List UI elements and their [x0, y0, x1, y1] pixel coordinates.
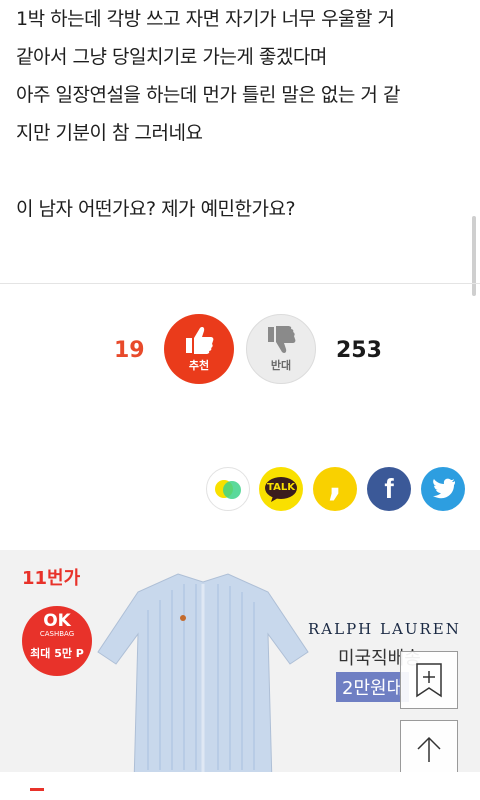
article-line: 아주 일장연설을 하는데 먼가 틀린 말은 없는 거 같: [16, 84, 400, 106]
ad-price: 2만원대: [336, 672, 410, 702]
twitter-share-button[interactable]: [421, 467, 465, 511]
divider: [0, 283, 480, 284]
share-bar: TALK , f: [0, 460, 480, 513]
facebook-icon: f: [384, 473, 394, 504]
store-logo: 11번가: [22, 568, 81, 589]
bottom-bar: [0, 772, 480, 800]
kakaostory-share-button[interactable]: [206, 467, 250, 511]
twitter-icon: [433, 478, 455, 499]
scroll-top-button[interactable]: [400, 720, 458, 778]
kakaostory-icon: [215, 480, 241, 499]
comma-share-button[interactable]: ,: [313, 460, 357, 511]
article-line: 이 남자 어떤가요? 제가 예민한가요?: [16, 198, 296, 220]
ok-badge-title: OK: [43, 611, 71, 631]
comma-icon: ,: [327, 460, 343, 504]
article-line: 1박 하는데 각방 쓰고 자면 자기가 너무 우울할 거: [16, 8, 395, 30]
article-line: 지만 기분이 참 그러네요: [16, 122, 203, 144]
vote-section: 19 추천 반대 253: [0, 314, 480, 386]
kakaotalk-text: TALK: [267, 482, 295, 493]
bookmark-button[interactable]: [400, 651, 458, 709]
facebook-share-button[interactable]: f: [367, 467, 411, 511]
thumbs-up-icon: [186, 327, 214, 354]
ok-badge-sub: CASHBAG: [39, 630, 75, 638]
downvote-label: 반대: [270, 359, 292, 372]
article-body: 1박 하는데 각방 쓰고 자면 자기가 너무 우울할 거 같아서 그냥 당일치기…: [16, 0, 468, 228]
thumbs-down-icon: [268, 326, 296, 353]
arrow-up-icon: [417, 736, 441, 762]
article-line: 같아서 그냥 당일치기로 가는게 좋겠다며: [16, 46, 327, 68]
ok-badge-max: 최대 5만 P: [30, 647, 84, 660]
upvote-label: 추천: [188, 359, 210, 372]
partial-logo: [30, 788, 44, 791]
shirt-image: [97, 573, 309, 772]
kakaotalk-share-button[interactable]: TALK: [259, 467, 303, 511]
upvote-button[interactable]: 추천: [164, 314, 234, 384]
downvote-button[interactable]: 반대: [246, 314, 316, 384]
downvote-count: 253: [336, 338, 382, 363]
bookmark-add-icon: [416, 663, 442, 698]
ok-cashbag-badge: OK CASHBAG 최대 5만 P: [22, 606, 92, 676]
scrollbar[interactable]: [472, 216, 476, 296]
upvote-count: 19: [114, 338, 145, 363]
brand-name: RALPH LAUREN: [308, 620, 461, 638]
